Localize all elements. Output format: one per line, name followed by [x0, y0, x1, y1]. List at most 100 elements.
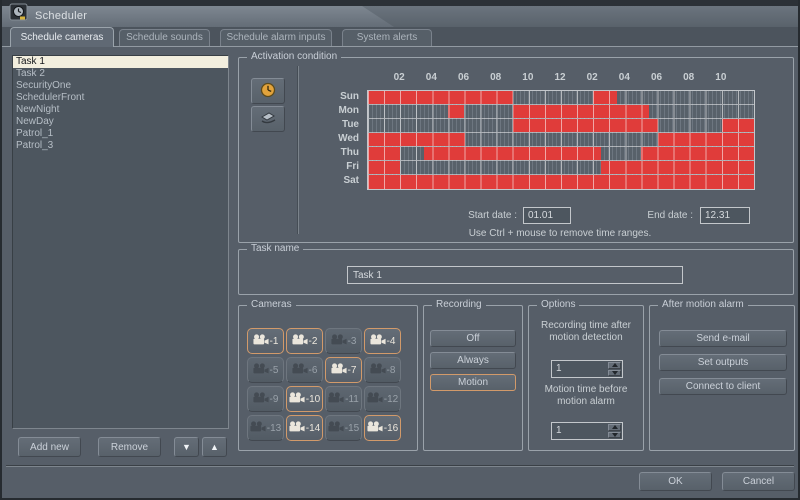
task-list-item[interactable]: Task 1 [13, 56, 228, 68]
schedule-row-wed[interactable] [368, 133, 754, 147]
send-e-mail-button[interactable]: Send e-mail [659, 330, 787, 347]
hour-tick-label: 06 [646, 72, 668, 83]
motion-time-label: Motion time before motion alarm [533, 384, 639, 408]
camera-button-12[interactable]: -12 [364, 386, 401, 412]
active-time-range[interactable] [658, 133, 755, 146]
camera-icon [370, 334, 386, 348]
end-date-field[interactable] [700, 207, 750, 224]
add-new-button[interactable]: Add new [18, 437, 81, 457]
set-outputs-button[interactable]: Set outputs [659, 354, 787, 371]
camera-number: -6 [309, 365, 318, 376]
camera-button-11[interactable]: -11 [325, 386, 362, 412]
task-name-input[interactable] [347, 266, 683, 284]
spin-up-button[interactable] [608, 362, 621, 369]
camera-button-2[interactable]: -2 [286, 328, 323, 354]
connect-to-client-button[interactable]: Connect to client [659, 378, 787, 395]
active-time-range[interactable] [513, 105, 650, 118]
active-time-range[interactable] [368, 161, 400, 174]
tab-schedule-sounds[interactable]: Schedule sounds [119, 29, 210, 46]
camera-button-5[interactable]: -5 [247, 357, 284, 383]
arrow-down-icon: ▼ [182, 443, 191, 452]
recording-off-button[interactable]: Off [430, 330, 516, 347]
recording-motion-button[interactable]: Motion [430, 374, 516, 391]
recording-time-spinner[interactable]: 1 [551, 360, 623, 378]
spin-down-icon [612, 433, 618, 437]
task-name-group: Task name [238, 249, 794, 295]
spin-up-icon [612, 363, 618, 367]
start-date-field[interactable] [523, 207, 571, 224]
camera-button-6[interactable]: -6 [286, 357, 323, 383]
schedule-grid[interactable] [367, 90, 755, 190]
spin-down-button[interactable] [608, 370, 621, 377]
camera-button-13[interactable]: -13 [247, 415, 284, 441]
move-down-button[interactable]: ▼ [174, 437, 199, 457]
camera-button-16[interactable]: -16 [364, 415, 401, 441]
active-time-range[interactable] [424, 147, 601, 160]
recording-always-button[interactable]: Always [430, 352, 516, 369]
camera-button-15[interactable]: -15 [325, 415, 362, 441]
active-time-range[interactable] [368, 147, 400, 160]
schedule-row-thu[interactable] [368, 147, 754, 161]
camera-button-14[interactable]: -14 [286, 415, 323, 441]
eraser-icon [258, 110, 278, 129]
spinner-buttons [607, 423, 622, 439]
day-label: Fri [301, 160, 359, 174]
active-time-range[interactable] [593, 91, 617, 104]
task-list-item[interactable]: SecurityOne [13, 80, 228, 92]
task-list-item[interactable]: NewDay [13, 116, 228, 128]
camera-button-1[interactable]: -1 [247, 328, 284, 354]
tab-schedule-alarm-inputs[interactable]: Schedule alarm inputs [220, 29, 332, 46]
remove-button[interactable]: Remove [98, 437, 161, 457]
hour-tick-label: 04 [420, 72, 442, 83]
camera-number: -1 [270, 336, 279, 347]
active-time-range[interactable] [368, 133, 465, 146]
spin-down-button[interactable] [608, 432, 621, 439]
ok-button[interactable]: OK [639, 472, 712, 491]
recording-group: Recording OffAlwaysMotion [423, 305, 523, 451]
task-list-item[interactable]: Patrol_3 [13, 140, 228, 152]
active-time-range[interactable] [368, 175, 754, 189]
active-time-range[interactable] [448, 105, 464, 118]
active-time-range[interactable] [641, 147, 754, 160]
task-list-item[interactable]: Patrol_1 [13, 128, 228, 140]
camera-button-8[interactable]: -8 [364, 357, 401, 383]
hour-tick-label: 06 [453, 72, 475, 83]
schedule-row-mon[interactable] [368, 105, 754, 119]
options-group: Options Recording time after motion dete… [528, 305, 644, 451]
schedule-row-tue[interactable] [368, 119, 754, 133]
schedule-row-fri[interactable] [368, 161, 754, 175]
move-up-button[interactable]: ▲ [202, 437, 227, 457]
camera-button-9[interactable]: -9 [247, 386, 284, 412]
spin-up-button[interactable] [608, 424, 621, 431]
camera-button-7[interactable]: -7 [325, 357, 362, 383]
camera-icon [253, 334, 269, 348]
cancel-button[interactable]: Cancel [722, 472, 795, 491]
schedule-row-sun[interactable] [368, 91, 754, 105]
task-list-item[interactable]: Task 2 [13, 68, 228, 80]
motion-time-spinner[interactable]: 1 [551, 422, 623, 440]
active-time-range[interactable] [722, 119, 754, 132]
tab-schedule-cameras[interactable]: Schedule cameras [10, 27, 114, 47]
task-list[interactable]: Task 1Task 2SecurityOneSchedulerFrontNew… [12, 55, 229, 429]
camera-number: -11 [345, 394, 359, 405]
camera-icon [370, 363, 386, 377]
camera-button-10[interactable]: -10 [286, 386, 323, 412]
active-time-range[interactable] [601, 161, 754, 174]
day-label: Thu [301, 146, 359, 160]
task-list-item[interactable]: SchedulerFront [13, 92, 228, 104]
camera-number: -9 [270, 394, 279, 405]
active-time-range[interactable] [368, 91, 513, 104]
hour-tick-label: 10 [517, 72, 539, 83]
task-list-item[interactable]: NewNight [13, 104, 228, 116]
erase-tool-button[interactable] [251, 106, 285, 132]
tab-system-alerts[interactable]: System alerts [342, 29, 432, 46]
schedule-row-sat[interactable] [368, 175, 754, 189]
camera-number: -5 [270, 365, 279, 376]
active-time-range[interactable] [513, 119, 658, 132]
camera-number: -3 [348, 336, 357, 347]
camera-button-4[interactable]: -4 [364, 328, 401, 354]
camera-number: -4 [387, 336, 396, 347]
time-range-tool-button[interactable] [251, 78, 285, 104]
camera-button-3[interactable]: -3 [325, 328, 362, 354]
after-motion-alarm-group: After motion alarm Send e-mailSet output… [649, 305, 795, 451]
